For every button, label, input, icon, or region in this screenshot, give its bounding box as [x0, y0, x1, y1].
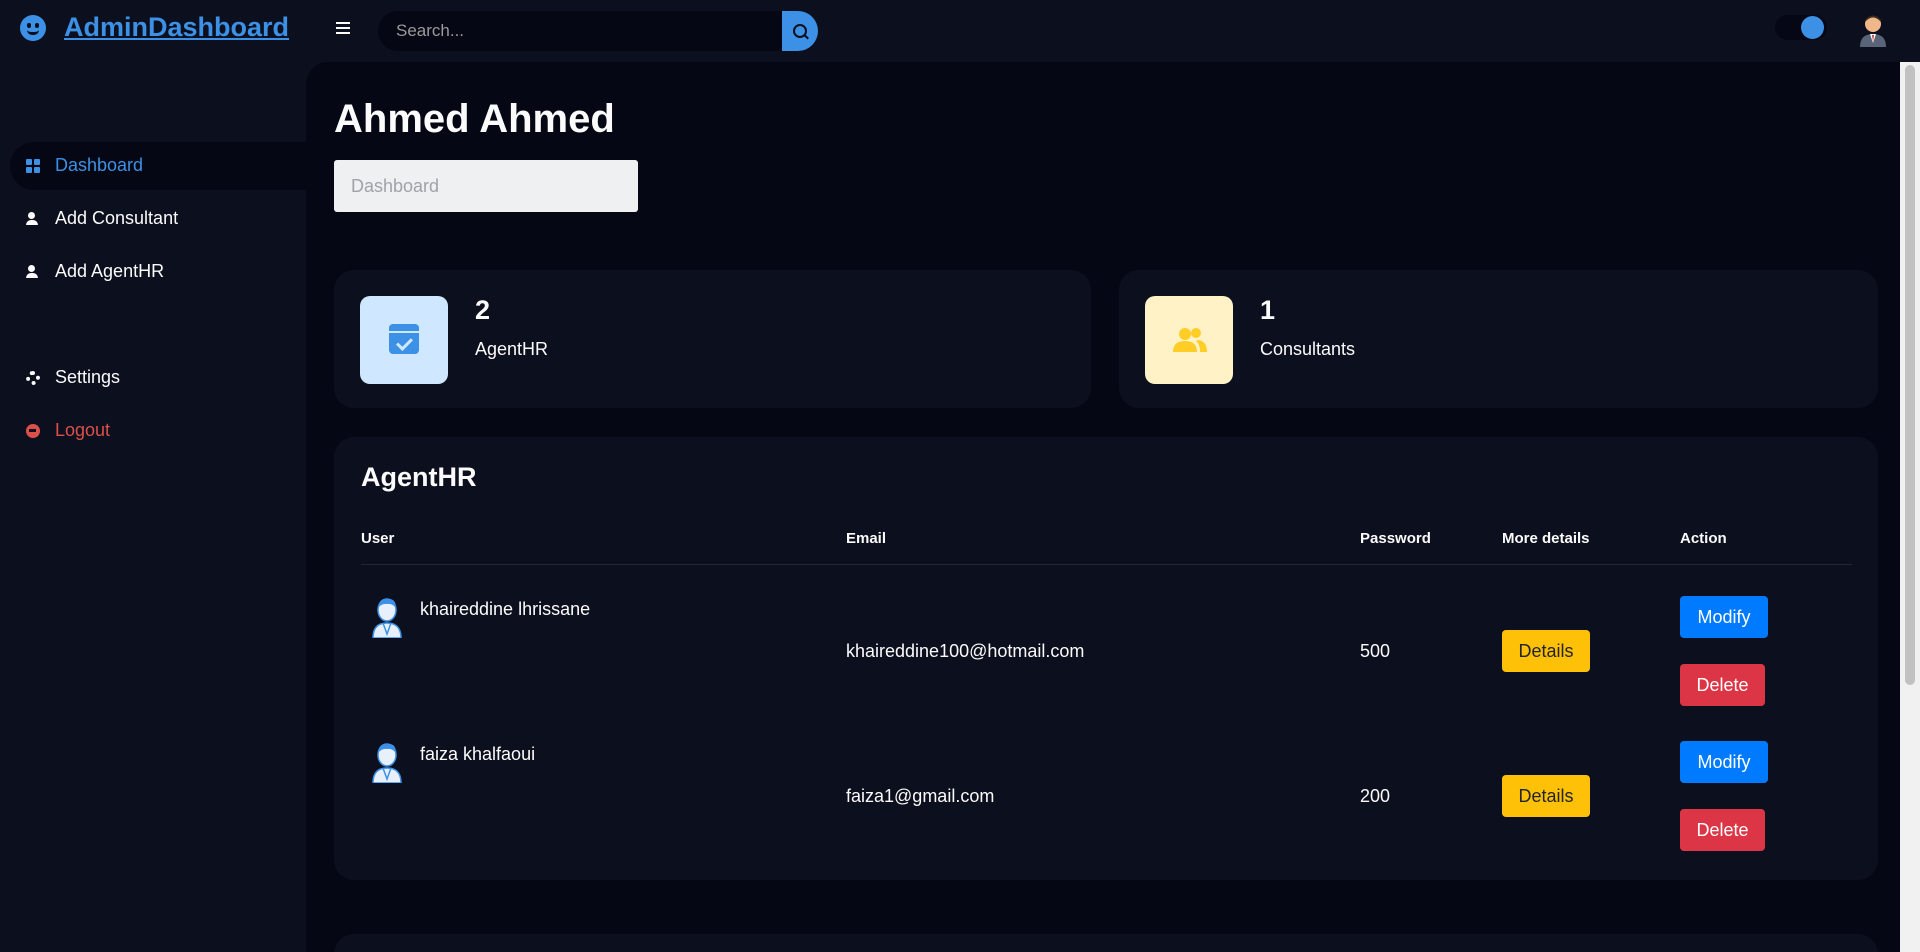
- sidebar-item-label: Logout: [55, 420, 111, 440]
- details-button[interactable]: Details: [1502, 775, 1590, 817]
- column-header-action: Action: [1680, 530, 1727, 547]
- stat-value: 1: [1260, 295, 1276, 325]
- brand-text: AdminDashboard: [64, 12, 290, 42]
- sidebar: Dashboard Add Consultant Add AgentHR Set…: [0, 62, 306, 952]
- sidebar-item-add-consultant[interactable]: Add Consultant: [10, 195, 306, 243]
- sidebar-item-label: Dashboard: [55, 155, 144, 175]
- column-header-user: User: [361, 530, 395, 547]
- user-name: khaireddine lhrissane: [420, 599, 591, 619]
- stat-label: AgentHR: [475, 339, 549, 359]
- column-header-password: Password: [1360, 530, 1431, 547]
- search-form: [378, 11, 818, 51]
- modify-button[interactable]: Modify: [1680, 596, 1768, 638]
- theme-toggle[interactable]: [1775, 15, 1827, 40]
- sidebar-item-label: Settings: [55, 367, 121, 387]
- user-avatar-icon: [370, 596, 404, 639]
- group-icon: [1172, 326, 1208, 354]
- dashboard-icon: [26, 159, 40, 173]
- page-scrollbar[interactable]: [1900, 62, 1920, 952]
- side-menu: Dashboard Add Consultant Add AgentHR Set…: [0, 142, 306, 460]
- agenthr-table-card: AgentHR User Email Password More details…: [334, 437, 1878, 880]
- column-header-email: Email: [846, 530, 887, 547]
- search-input[interactable]: [378, 11, 782, 51]
- sidebar-item-label: Add Consultant: [55, 208, 179, 228]
- menu-icon[interactable]: [336, 22, 350, 34]
- table-row: khaireddine lhrissane khaireddine100@hot…: [334, 579, 1878, 724]
- details-button[interactable]: Details: [1502, 630, 1590, 672]
- navbar: AdminDashboard: [0, 0, 1920, 62]
- user-add-icon: [26, 265, 40, 279]
- breadcrumb[interactable]: Dashboard: [334, 160, 638, 212]
- next-section-card: [334, 934, 1878, 952]
- toggle-knob: [1801, 16, 1824, 39]
- header-divider: [361, 564, 1852, 565]
- page-title: Ahmed Ahmed: [334, 97, 615, 141]
- brand-link[interactable]: AdminDashboard: [20, 12, 289, 43]
- stat-card-agenthr: 2 AgentHR: [334, 270, 1091, 408]
- user-add-icon: [26, 212, 40, 226]
- sidebar-item-label: Add AgentHR: [55, 261, 165, 281]
- delete-button[interactable]: Delete: [1680, 664, 1765, 706]
- calendar-check-icon: [389, 324, 419, 354]
- table-title: AgentHR: [361, 462, 477, 492]
- smiley-icon: [20, 14, 46, 41]
- user-email: khaireddine100@hotmail.com: [846, 641, 1085, 661]
- user-name: faiza khalfaoui: [420, 744, 536, 764]
- sidebar-item-settings[interactable]: Settings: [10, 354, 306, 402]
- user-avatar-icon: [370, 741, 404, 784]
- logout-icon: [26, 424, 40, 438]
- gear-icon: [26, 371, 40, 385]
- column-header-more-details: More details: [1502, 530, 1590, 547]
- modify-button[interactable]: Modify: [1680, 741, 1768, 783]
- stat-value: 2: [475, 295, 491, 325]
- scrollbar-thumb[interactable]: [1905, 65, 1915, 685]
- table-row: faiza khalfaoui faiza1@gmail.com 200 Det…: [334, 724, 1878, 869]
- sidebar-item-dashboard[interactable]: Dashboard: [10, 142, 306, 190]
- user-password: 500: [1360, 641, 1391, 661]
- search-button[interactable]: [782, 11, 818, 51]
- stat-label: Consultants: [1260, 339, 1356, 359]
- sidebar-item-add-agenthr[interactable]: Add AgentHR: [10, 248, 306, 296]
- stat-icon-box: [360, 296, 448, 384]
- user-password: 200: [1360, 786, 1391, 806]
- sidebar-item-logout[interactable]: Logout: [10, 407, 306, 455]
- delete-button[interactable]: Delete: [1680, 809, 1765, 851]
- stat-icon-box: [1145, 296, 1233, 384]
- main-content: Ahmed Ahmed Dashboard 2 AgentHR 1 Consul…: [306, 62, 1900, 952]
- stat-card-consultants: 1 Consultants: [1119, 270, 1878, 408]
- profile-avatar[interactable]: [1858, 13, 1888, 47]
- user-email: faiza1@gmail.com: [846, 786, 995, 806]
